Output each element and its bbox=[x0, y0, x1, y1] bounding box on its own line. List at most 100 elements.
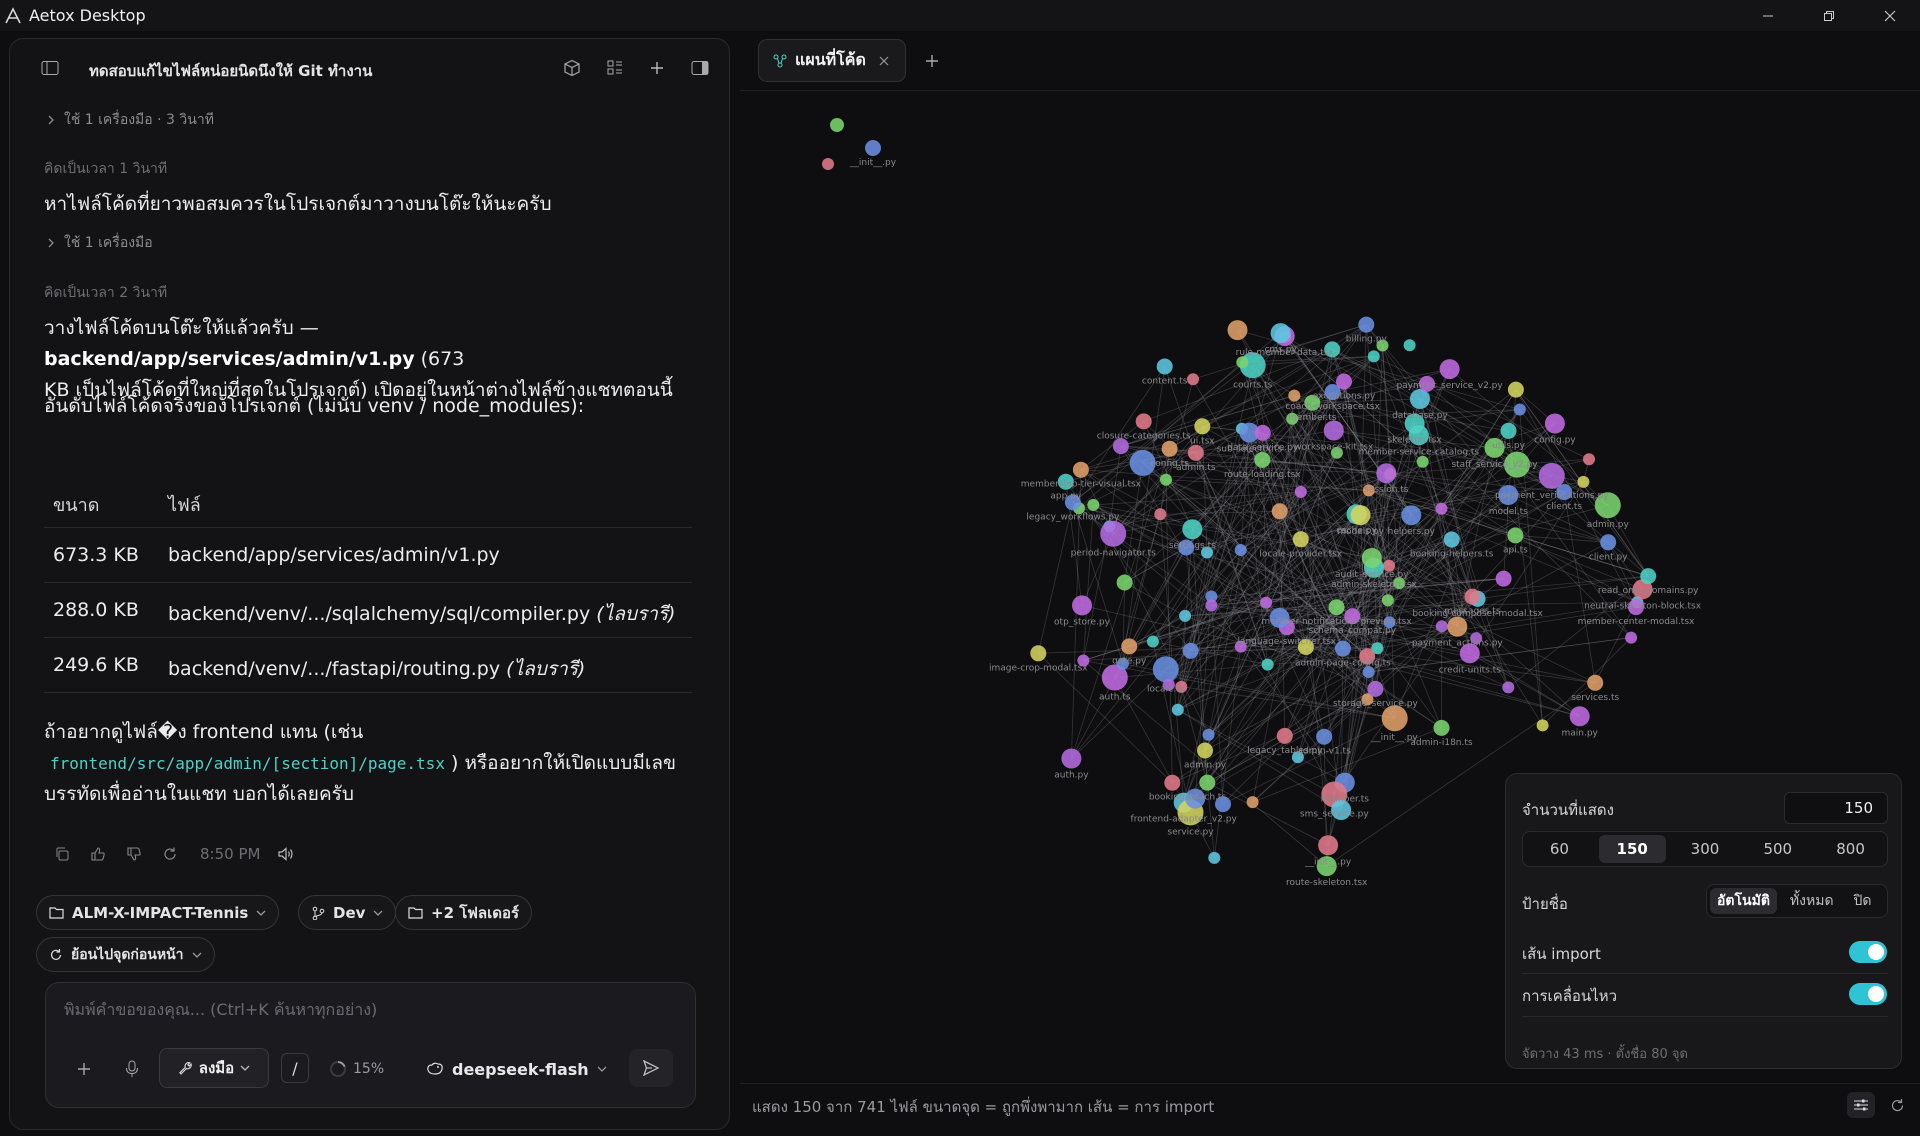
file-node[interactable] bbox=[1435, 620, 1448, 633]
file-node[interactable] bbox=[1583, 453, 1595, 466]
file-node[interactable] bbox=[1323, 420, 1344, 441]
file-node[interactable] bbox=[1030, 645, 1047, 662]
file-node[interactable] bbox=[1270, 323, 1291, 344]
file-node[interactable] bbox=[1146, 635, 1159, 648]
file-node[interactable] bbox=[1152, 656, 1179, 683]
file-node[interactable] bbox=[1294, 485, 1307, 498]
file-node[interactable] bbox=[1116, 574, 1133, 591]
file-node[interactable] bbox=[1202, 728, 1215, 741]
toggle-panel-button[interactable] bbox=[687, 55, 713, 81]
file-node[interactable] bbox=[1260, 596, 1273, 609]
file-node[interactable] bbox=[1271, 503, 1288, 520]
file-node[interactable] bbox=[1401, 505, 1422, 526]
file-node[interactable] bbox=[1156, 358, 1173, 375]
thumbs-down-button[interactable] bbox=[122, 842, 146, 866]
file-node[interactable] bbox=[1161, 440, 1178, 457]
minimize-button[interactable] bbox=[1737, 0, 1798, 31]
file-node[interactable] bbox=[1171, 703, 1184, 716]
file-node[interactable] bbox=[1334, 640, 1351, 657]
maximize-button[interactable] bbox=[1798, 0, 1859, 31]
file-node[interactable] bbox=[1292, 531, 1309, 548]
file-node[interactable] bbox=[1464, 588, 1481, 605]
labels-all-button[interactable]: ทั้งหมด bbox=[1783, 888, 1841, 914]
file-node[interactable] bbox=[1433, 719, 1450, 736]
tool-usage-summary-1[interactable]: ใช้ 1 เครื่องมือ · 3 วินาที bbox=[46, 109, 214, 131]
toggle-sidebar-button[interactable] bbox=[37, 55, 63, 81]
read-aloud-button[interactable] bbox=[274, 842, 298, 866]
file-node[interactable] bbox=[1199, 774, 1216, 791]
preset-300-button[interactable]: 300 bbox=[1672, 835, 1739, 863]
file-node[interactable] bbox=[1409, 389, 1430, 409]
file-node[interactable] bbox=[1495, 570, 1512, 587]
preset-800-button[interactable]: 800 bbox=[1817, 835, 1884, 863]
preset-500-button[interactable]: 500 bbox=[1744, 835, 1811, 863]
file-node[interactable] bbox=[1072, 461, 1089, 478]
file-node[interactable] bbox=[1381, 594, 1394, 607]
file-node[interactable] bbox=[1443, 531, 1460, 548]
file-node[interactable] bbox=[1164, 774, 1181, 791]
regenerate-button[interactable] bbox=[158, 842, 182, 866]
preset-60-button[interactable]: 60 bbox=[1526, 835, 1593, 863]
attach-button[interactable] bbox=[70, 1055, 98, 1083]
file-node[interactable] bbox=[1361, 548, 1382, 568]
file-node[interactable] bbox=[1087, 498, 1100, 511]
file-node[interactable] bbox=[1367, 350, 1380, 363]
close-tab-button[interactable] bbox=[875, 52, 893, 70]
file-node[interactable] bbox=[1197, 742, 1213, 759]
file-node[interactable] bbox=[1381, 705, 1408, 732]
extra-folders-chip[interactable]: +2 โฟลเดอร์ bbox=[395, 895, 533, 930]
file-node[interactable] bbox=[1500, 422, 1517, 439]
file-node[interactable] bbox=[1194, 418, 1211, 435]
file-node[interactable] bbox=[1205, 599, 1218, 612]
file-node[interactable] bbox=[1367, 680, 1384, 697]
file-node[interactable] bbox=[1261, 658, 1274, 671]
relayout-button[interactable] bbox=[1883, 1092, 1911, 1118]
branch-chip[interactable]: Dev bbox=[298, 895, 397, 930]
file-node[interactable] bbox=[822, 158, 834, 170]
file-node[interactable] bbox=[1376, 463, 1397, 484]
import-lines-toggle[interactable] bbox=[1849, 941, 1887, 963]
file-node[interactable] bbox=[1160, 473, 1172, 486]
file-node[interactable] bbox=[1416, 455, 1429, 468]
thumbs-up-button[interactable] bbox=[86, 842, 110, 866]
tool-usage-summary-2[interactable]: ใช้ 1 เครื่องมือ bbox=[46, 232, 153, 254]
file-node[interactable] bbox=[1587, 674, 1604, 691]
file-node[interactable] bbox=[1536, 719, 1549, 732]
file-node[interactable] bbox=[1234, 544, 1247, 556]
file-node[interactable] bbox=[1403, 339, 1416, 352]
file-node[interactable] bbox=[1187, 444, 1204, 461]
tab-code-map[interactable]: แผนที่โค้ด bbox=[758, 39, 906, 82]
send-button[interactable] bbox=[629, 1049, 673, 1087]
file-node[interactable] bbox=[1072, 595, 1092, 616]
file-node[interactable] bbox=[1318, 835, 1339, 856]
model-selector[interactable]: deepseek-flash bbox=[426, 1055, 607, 1083]
file-node[interactable] bbox=[1316, 728, 1333, 745]
file-node[interactable] bbox=[1179, 609, 1192, 622]
file-node[interactable] bbox=[1246, 796, 1259, 809]
file-node[interactable] bbox=[1513, 403, 1526, 416]
file-node[interactable] bbox=[1182, 642, 1199, 659]
file-node[interactable] bbox=[1358, 316, 1375, 333]
file-node[interactable] bbox=[1544, 413, 1565, 434]
file-node[interactable] bbox=[1328, 599, 1345, 616]
file-node[interactable] bbox=[1577, 475, 1590, 488]
file-node[interactable] bbox=[1350, 505, 1371, 526]
preset-150-button[interactable]: 150 bbox=[1598, 835, 1666, 863]
tools-mode-dropdown[interactable]: ลงมือ bbox=[159, 1048, 269, 1088]
add-tab-button[interactable] bbox=[918, 47, 946, 75]
file-node[interactable] bbox=[1154, 508, 1167, 521]
file-node[interactable] bbox=[1640, 568, 1657, 585]
file-node[interactable] bbox=[1439, 359, 1460, 380]
project-folder-chip[interactable]: ALM-X-IMPACT-Tennis bbox=[36, 895, 280, 930]
file-node[interactable] bbox=[1507, 381, 1524, 398]
close-window-button[interactable] bbox=[1859, 0, 1920, 31]
file-node[interactable] bbox=[1502, 681, 1515, 694]
file-node[interactable] bbox=[865, 140, 881, 156]
file-node[interactable] bbox=[1227, 320, 1248, 341]
new-chat-button[interactable] bbox=[644, 55, 670, 81]
file-node[interactable] bbox=[1187, 373, 1199, 386]
file-node[interactable] bbox=[1435, 502, 1448, 515]
file-node[interactable] bbox=[1135, 413, 1152, 430]
file-node[interactable] bbox=[1600, 534, 1617, 551]
file-node[interactable] bbox=[1276, 727, 1293, 744]
